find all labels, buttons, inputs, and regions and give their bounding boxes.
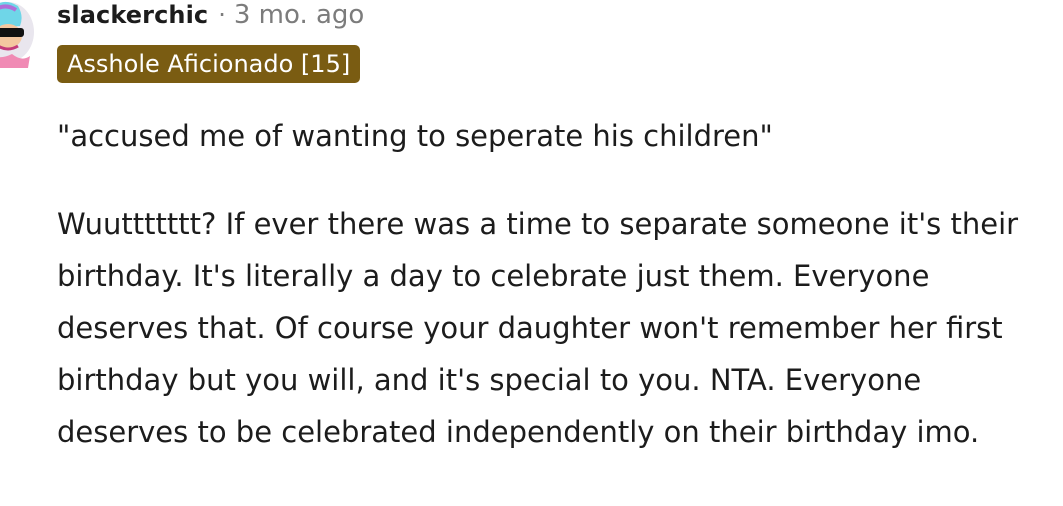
comment-header: slackerchic · 3 mo. ago [57, 0, 364, 30]
comment-body: "accused me of wanting to seperate his c… [57, 110, 1057, 458]
user-flair-badge: Asshole Aficionado [15] [57, 45, 361, 83]
username-link[interactable]: slackerchic [57, 1, 208, 29]
timestamp[interactable]: 3 mo. ago [234, 0, 364, 30]
avatar[interactable] [0, 0, 38, 72]
avatar-icon [0, 1, 34, 68]
comment-paragraph: Wuuttttttt? If ever there was a time to … [57, 207, 1019, 449]
comment-paragraph: "accused me of wanting to seperate his c… [57, 119, 773, 153]
meta-separator: · [218, 1, 226, 29]
user-flair-label: Asshole Aficionado [15] [67, 50, 351, 78]
